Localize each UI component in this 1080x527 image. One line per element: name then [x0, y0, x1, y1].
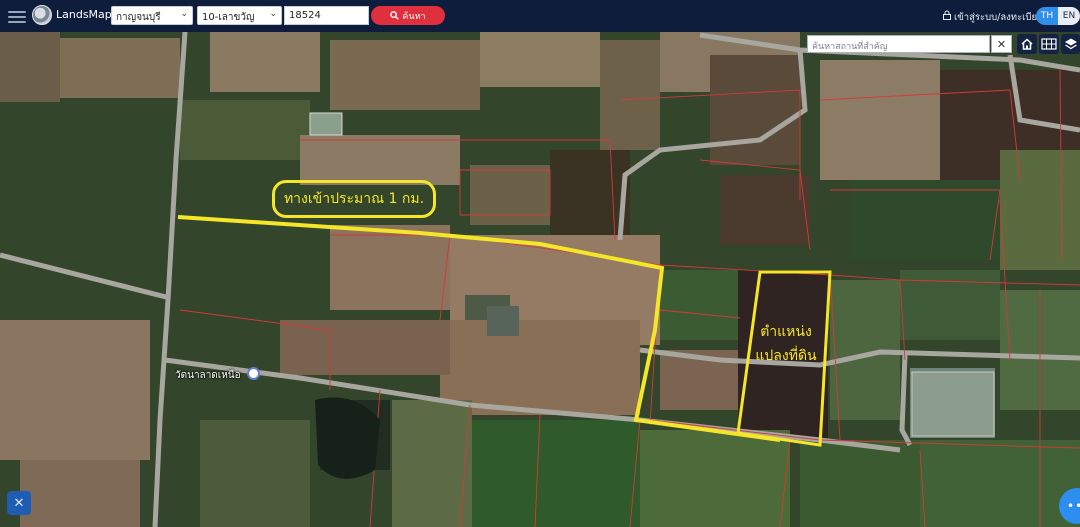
- hamburger-menu-icon[interactable]: [8, 8, 26, 24]
- close-icon: ✕: [996, 37, 1007, 51]
- lang-th-button[interactable]: TH: [1036, 7, 1058, 25]
- access-road-callout: ทางเข้าประมาณ 1 กม.: [272, 180, 436, 218]
- plot-label-line-2: แปลงที่ดิน: [755, 348, 817, 364]
- login-link-label: เข้าสู่ระบบ/ลงทะเบียน: [954, 12, 1044, 23]
- temple-place-label: วัดนาลาดเหนือ: [175, 370, 241, 381]
- place-search-input[interactable]: ค้นหาสถานที่สำคัญ: [807, 35, 990, 53]
- map-imagery: [0, 32, 1080, 527]
- search-button[interactable]: ค้นหา: [371, 6, 445, 25]
- parcel-number-input[interactable]: 18524: [284, 6, 369, 25]
- district-select[interactable]: 10-เลาขวัญ ⌄: [197, 6, 282, 25]
- plot-label-line-1: ตำแหน่ง: [760, 324, 812, 340]
- tools-icon: ✕: [13, 495, 25, 511]
- login-link[interactable]: เข้าสู่ระบบ/ลงทะเบียน: [943, 10, 1044, 25]
- lock-icon: [943, 10, 951, 20]
- brand-name: LandsMaps: [56, 8, 118, 21]
- top-navigation-bar: LandsMaps กาญจนบุรี ⌄ 10-เลาขวัญ ⌄ 18524…: [0, 0, 1080, 32]
- grid-button[interactable]: [1039, 34, 1059, 54]
- layers-button[interactable]: [1061, 34, 1080, 54]
- home-button[interactable]: [1017, 34, 1037, 54]
- province-select-value: กาญจนบุรี: [116, 12, 161, 23]
- home-icon: [1021, 38, 1033, 50]
- grid-icon: [1041, 38, 1057, 50]
- temple-marker-icon[interactable]: [247, 367, 260, 380]
- chevron-down-icon: ⌄: [180, 9, 188, 19]
- district-select-value: 10-เลาขวัญ: [202, 12, 255, 23]
- chevron-down-icon: ⌄: [269, 9, 277, 19]
- measure-tools-button[interactable]: ✕: [7, 491, 31, 515]
- clear-search-button[interactable]: ✕: [991, 35, 1012, 53]
- layers-icon: [1064, 38, 1077, 50]
- satellite-map[interactable]: [0, 32, 1080, 527]
- language-toggle: TH EN: [1036, 7, 1080, 25]
- landsmaps-logo-icon: [32, 5, 52, 25]
- search-button-label: ค้นหา: [402, 11, 426, 22]
- lang-en-button[interactable]: EN: [1058, 7, 1080, 25]
- plot-location-label: ตำแหน่ง แปลงที่ดิน: [744, 320, 828, 368]
- province-select[interactable]: กาญจนบุรี ⌄: [111, 6, 193, 25]
- search-icon: [390, 11, 400, 20]
- chat-icon: •••: [1067, 499, 1080, 513]
